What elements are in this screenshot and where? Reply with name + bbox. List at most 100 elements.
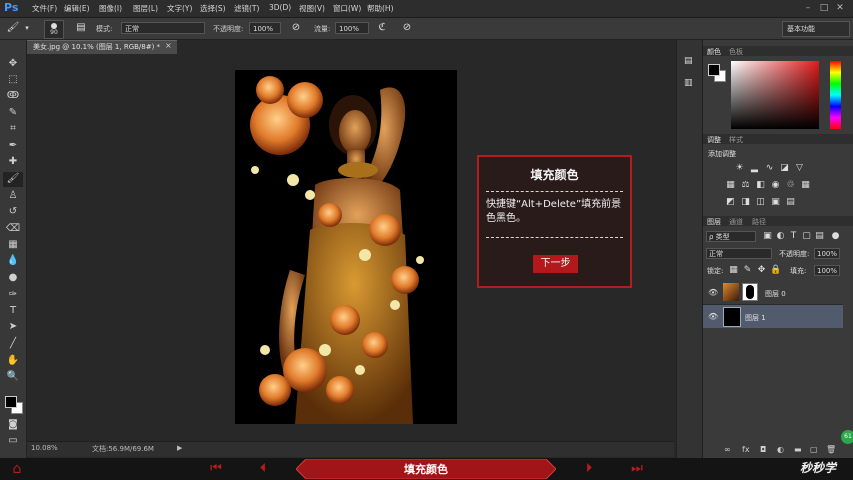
zoom-level[interactable]: 10.08% <box>31 444 58 452</box>
color-balance-icon[interactable]: ⚖ <box>740 180 751 191</box>
levels-icon[interactable]: ▂ <box>749 163 760 174</box>
mode-select[interactable]: 正常 <box>121 22 205 34</box>
clone-stamp-tool-icon[interactable]: ♙ <box>5 189 21 203</box>
layer-style-icon[interactable]: fx <box>742 445 750 454</box>
dodge-tool-icon[interactable]: ● <box>5 271 21 285</box>
menu-layer[interactable]: 图层(L) <box>133 3 158 14</box>
quick-selection-tool-icon[interactable]: ✎ <box>5 106 21 120</box>
gradient-map-icon[interactable]: ▤ <box>785 197 796 208</box>
healing-brush-tool-icon[interactable]: ✚ <box>5 155 21 169</box>
crop-tool-icon[interactable]: ⌗ <box>5 122 21 136</box>
menu-select[interactable]: 选择(S) <box>200 3 226 14</box>
minimize-button[interactable]: – <box>802 2 814 14</box>
tab-color[interactable]: 颜色 <box>707 47 721 57</box>
path-selection-tool-icon[interactable]: ➤ <box>5 320 21 334</box>
channel-mixer-icon[interactable]: ♲ <box>785 180 796 191</box>
black-white-icon[interactable]: ◧ <box>755 180 766 191</box>
eraser-tool-icon[interactable]: ⌫ <box>5 222 21 236</box>
hue-slider[interactable] <box>830 61 841 129</box>
new-group-icon[interactable]: ▬ <box>794 445 802 454</box>
hue-saturation-icon[interactable]: ▦ <box>725 180 736 191</box>
brush-tool-icon[interactable]: 🖌 <box>5 172 21 186</box>
hand-tool-icon[interactable]: ✋ <box>5 354 21 368</box>
lock-image-icon[interactable]: ✎ <box>742 265 753 276</box>
next-step-button[interactable]: 下一步 <box>533 255 578 273</box>
tab-paths[interactable]: 路径 <box>752 217 766 227</box>
fill-input[interactable]: 100% <box>814 265 840 276</box>
marquee-tool-icon[interactable]: ⬚ <box>5 73 21 87</box>
lock-transparent-icon[interactable]: ▦ <box>728 265 739 276</box>
menu-help[interactable]: 帮助(H) <box>367 3 394 14</box>
filter-smart-object-icon[interactable]: ▤ <box>814 231 825 242</box>
status-menu-arrow-icon[interactable]: ▶ <box>177 444 182 452</box>
layer-row-0[interactable]: 👁 图层 0 <box>703 281 843 305</box>
menu-3d[interactable]: 3D(D) <box>269 3 291 12</box>
tool-preset-dropdown-icon[interactable]: ▾ <box>20 21 34 35</box>
flow-input[interactable]: 100% <box>335 22 369 34</box>
tab-swatches[interactable]: 色板 <box>729 47 743 57</box>
history-panel-icon[interactable]: ▤ <box>684 56 693 66</box>
zoom-tool-icon[interactable]: 🔍 <box>5 370 21 384</box>
filter-pixel-icon[interactable]: ▣ <box>762 231 773 242</box>
color-lookup-icon[interactable]: ▦ <box>800 180 811 191</box>
tab-channels[interactable]: 通道 <box>729 217 743 227</box>
blend-mode-select[interactable]: 正常 <box>706 248 772 259</box>
home-icon[interactable]: ⌂ <box>6 460 28 478</box>
eye-icon[interactable]: 👁 <box>708 312 718 321</box>
history-brush-tool-icon[interactable]: ↺ <box>5 205 21 219</box>
layer-opacity-input[interactable]: 100% <box>814 248 840 259</box>
move-tool-icon[interactable]: ✥ <box>5 57 21 71</box>
next-step-icon[interactable]: ⏵ <box>578 460 600 478</box>
blur-tool-icon[interactable]: 💧 <box>5 254 21 268</box>
menu-file[interactable]: 文件(F) <box>32 3 57 14</box>
color-picker-field[interactable] <box>731 61 819 129</box>
posterize-icon[interactable]: ◨ <box>740 197 751 208</box>
first-step-icon[interactable]: ⏮ <box>201 460 231 478</box>
add-mask-icon[interactable]: ◘ <box>760 445 766 454</box>
curves-icon[interactable]: ∿ <box>764 163 775 174</box>
document-close-button[interactable]: × <box>165 41 172 50</box>
menu-type[interactable]: 文字(Y) <box>167 3 192 14</box>
menu-image[interactable]: 图像(I) <box>99 3 122 14</box>
menu-filter[interactable]: 滤镜(T) <box>234 3 259 14</box>
brush-panel-toggle-icon[interactable]: ▤ <box>74 21 88 35</box>
photo-filter-icon[interactable]: ◉ <box>770 180 781 191</box>
delete-layer-icon[interactable]: 🗑 <box>826 445 836 454</box>
layer-row-1-selected[interactable]: 👁 图层 1 <box>703 305 843 328</box>
tab-layers[interactable]: 图层 <box>707 217 721 227</box>
invert-icon[interactable]: ◩ <box>725 197 736 208</box>
quick-mask-icon[interactable]: ◙ <box>5 418 21 432</box>
eyedropper-tool-icon[interactable]: ✒ <box>5 139 21 153</box>
layer-kind-filter[interactable]: ρ 类型 <box>706 231 756 242</box>
canvas-photo[interactable] <box>235 70 457 424</box>
type-tool-icon[interactable]: T <box>5 304 21 318</box>
lasso-tool-icon[interactable]: ↂ <box>5 89 21 103</box>
exposure-icon[interactable]: ◪ <box>779 163 790 174</box>
tab-styles[interactable]: 样式 <box>729 135 743 145</box>
properties-panel-icon[interactable]: ▥ <box>684 78 693 88</box>
brush-preset-picker[interactable]: 90 <box>44 20 64 39</box>
airbrush-icon[interactable]: ℭ <box>375 21 389 35</box>
opacity-input[interactable]: 100% <box>249 22 281 34</box>
workspace-select[interactable]: 基本功能 <box>782 21 850 37</box>
brush-tool-icon[interactable]: 🖌 <box>6 21 20 35</box>
line-tool-icon[interactable]: ╱ <box>5 337 21 351</box>
threshold-icon[interactable]: ◫ <box>755 197 766 208</box>
menu-view[interactable]: 视图(V) <box>299 3 325 14</box>
tab-adjustments[interactable]: 调整 <box>707 135 721 145</box>
link-layers-icon[interactable]: ∞ <box>724 445 731 454</box>
previous-step-icon[interactable]: ⏴ <box>252 460 274 478</box>
close-window-button[interactable]: ✕ <box>834 2 846 14</box>
selective-color-icon[interactable]: ▣ <box>770 197 781 208</box>
pressure-size-icon[interactable]: ⊘ <box>400 21 414 35</box>
pressure-opacity-icon[interactable]: ⊘ <box>289 21 303 35</box>
filter-adjustment-icon[interactable]: ◐ <box>775 231 786 242</box>
filter-shape-icon[interactable]: ▢ <box>801 231 812 242</box>
eye-icon[interactable]: 👁 <box>708 288 718 297</box>
new-layer-icon[interactable]: ▢ <box>810 445 818 454</box>
new-adjustment-layer-icon[interactable]: ◐ <box>777 445 784 454</box>
lock-position-icon[interactable]: ✥ <box>756 265 767 276</box>
brightness-icon[interactable]: ☀ <box>734 163 745 174</box>
menu-edit[interactable]: 编辑(E) <box>64 3 90 14</box>
maximize-button[interactable]: □ <box>818 2 830 14</box>
